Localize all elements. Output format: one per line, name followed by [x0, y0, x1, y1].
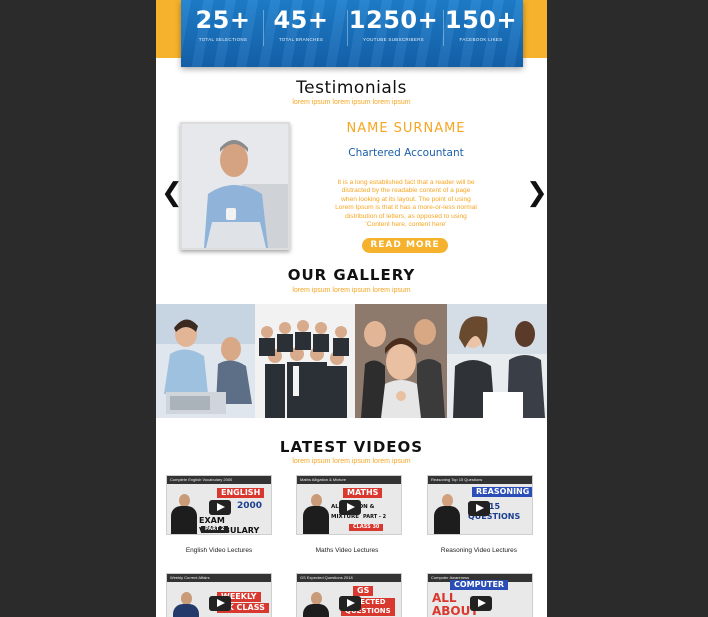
video-topbar: GS Expected Questions 2018 — [297, 574, 401, 582]
testimonials-title: Testimonials — [296, 78, 407, 98]
video-topbar: Weekly Current Affairs — [167, 574, 271, 582]
next-arrow-icon[interactable]: ❯ — [526, 178, 547, 208]
stat-value: 45+ — [273, 6, 329, 34]
video-thumbnail-english[interactable]: Complete English Vocabulary 2000 ENGLISH… — [166, 475, 272, 535]
play-icon[interactable] — [468, 501, 490, 516]
videos-title: LATEST VIDEOS — [279, 438, 424, 456]
stat-value: 25+ — [195, 6, 251, 34]
testimonial-photo — [180, 122, 290, 250]
video-thumbnail-gs[interactable]: GS Expected Questions 2018 GS EXPECTED Q… — [296, 573, 402, 617]
video-thumbnail-maths[interactable]: Maths Alligation & Mixture MATHS ALLIGAT… — [296, 475, 402, 535]
video-tag: GS — [353, 586, 374, 596]
video-tag: MATHS — [343, 488, 383, 498]
stat-label: TOTAL SELECTIONS — [198, 37, 248, 42]
video-part: PART - 2 — [363, 514, 387, 520]
video-label[interactable]: Maths Video Lectures — [292, 547, 402, 554]
presenter-figure — [434, 494, 460, 534]
stat-branches: 45+ TOTAL BRANCHES — [261, 6, 341, 42]
stats-panel: 25+ TOTAL SELECTIONS 45+ TOTAL BRANCHES … — [181, 0, 523, 67]
stat-subscribers: 1250+ YOUTUBE SUBSCRIBERS — [346, 6, 441, 42]
stat-label: FACEBOOK LIKES — [459, 37, 503, 42]
testimonial-text: It is a long established fact that a rea… — [335, 179, 477, 229]
gallery-image-meeting[interactable] — [447, 304, 547, 418]
read-more-button[interactable]: READ MORE — [362, 238, 448, 253]
play-icon[interactable] — [339, 500, 361, 515]
meeting-photo-icon — [447, 304, 547, 418]
testimonials-subtitle: lorem ipsum lorem ipsum lorem ipsum — [292, 99, 411, 106]
video-tag: ENGLISH — [217, 488, 265, 498]
video-thumbnail-computer[interactable]: Computer Awareness COMPUTER ALL ABOUT — [427, 573, 533, 617]
play-icon[interactable] — [209, 596, 231, 611]
landing-page: 25+ TOTAL SELECTIONS 45+ TOTAL BRANCHES … — [156, 0, 547, 617]
video-number: 2000 — [237, 501, 263, 511]
gallery-image-office[interactable] — [156, 304, 255, 418]
video-thumbnail-weekly[interactable]: Weekly Current Affairs WEEKLY GK CLASS — [166, 573, 272, 617]
team-photo-icon — [255, 304, 355, 418]
video-tag: REASONING — [472, 487, 532, 497]
video-topbar: Maths Alligation & Mixture — [297, 476, 401, 484]
stat-label: TOTAL BRANCHES — [278, 37, 324, 42]
gallery-image-cheering[interactable] — [355, 304, 447, 418]
stat-value: 1250+ — [348, 6, 439, 34]
gallery-title: OUR GALLERY — [287, 266, 416, 284]
play-icon[interactable] — [209, 500, 231, 515]
video-thumbnail-reasoning[interactable]: Reasoning Top 15 Questions REASONING TOP… — [427, 475, 533, 535]
video-class: CLASS 30 — [349, 524, 384, 531]
video-tag: COMPUTER — [450, 580, 509, 590]
presenter-figure — [303, 592, 329, 617]
presenter-figure — [171, 494, 197, 534]
video-label[interactable]: Reasoning Video Lectures — [424, 547, 534, 554]
stat-label: YOUTUBE SUBSCRIBERS — [363, 37, 424, 42]
video-topbar: Complete English Vocabulary 2000 — [167, 476, 271, 484]
video-topbar: Reasoning Top 15 Questions — [428, 476, 532, 484]
office-photo-icon — [156, 304, 255, 418]
stat-selections: 25+ TOTAL SELECTIONS — [183, 6, 263, 42]
person-photo-icon — [182, 124, 288, 248]
testimonial-name: NAME SURNAME — [346, 121, 466, 136]
gallery-subtitle: lorem ipsum lorem ipsum lorem ipsum — [292, 287, 411, 294]
video-label[interactable]: English Video Lectures — [164, 547, 274, 554]
stat-value: 150+ — [444, 6, 518, 34]
presenter-figure — [303, 494, 329, 534]
gallery-image-team[interactable] — [255, 304, 355, 418]
video-part: PART 2 — [201, 526, 229, 533]
gallery-strip — [156, 304, 547, 418]
play-icon[interactable] — [339, 596, 361, 611]
video-headline: ALL ABOUT — [432, 591, 479, 617]
videos-subtitle: lorem ipsum lorem ipsum lorem ipsum — [292, 458, 411, 465]
cheering-photo-icon — [355, 304, 447, 418]
testimonial-role: Chartered Accountant — [348, 147, 464, 159]
presenter-figure — [173, 592, 199, 617]
play-icon[interactable] — [470, 596, 492, 611]
stat-likes: 150+ FACEBOOK LIKES — [441, 6, 521, 42]
